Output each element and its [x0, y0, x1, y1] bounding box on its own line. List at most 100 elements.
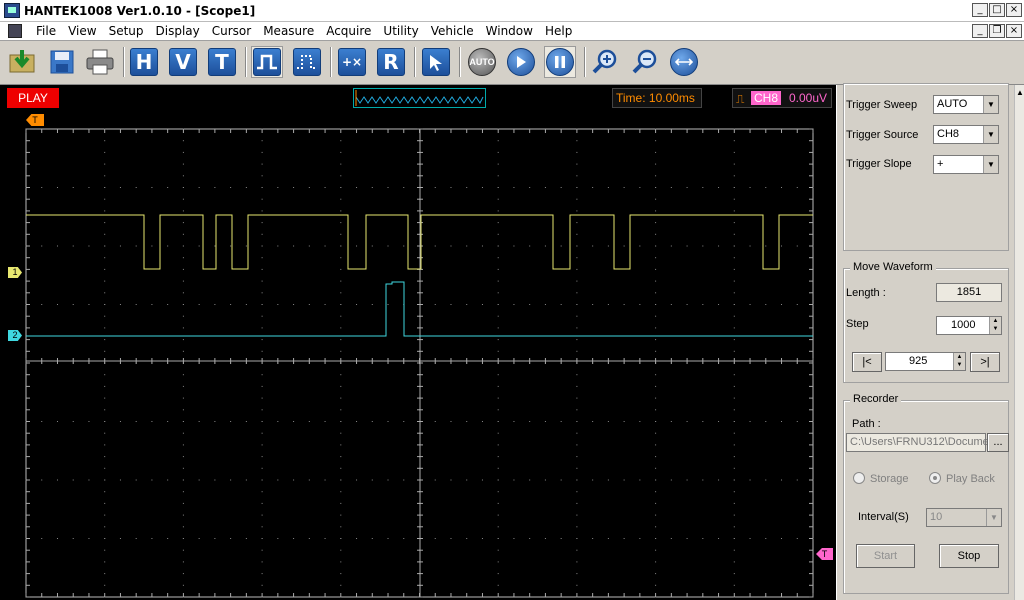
- reference-button[interactable]: R: [375, 46, 407, 78]
- playback-label: Play Back: [946, 473, 995, 485]
- menu-file[interactable]: File: [30, 24, 62, 38]
- menu-cursor[interactable]: Cursor: [206, 24, 257, 38]
- print-button[interactable]: [84, 46, 116, 78]
- first-button[interactable]: |<: [852, 352, 882, 372]
- t-icon: T: [208, 48, 236, 76]
- window-title: HANTEK1008 Ver1.0.10 - [Scope1]: [24, 4, 256, 18]
- fit-icon: [670, 48, 698, 76]
- start-button[interactable]: Start: [856, 544, 915, 568]
- position-input[interactable]: 925 ▲ ▼: [885, 352, 966, 371]
- trigger-level: 0.00uV: [789, 91, 828, 105]
- move-waveform-group: Move Waveform Length : 1851 Step 1000 ▲ ▼…: [843, 261, 1009, 383]
- trigger-source-value: CH8: [937, 128, 960, 140]
- trigger-readout: ⎍ CH8 0.00uV: [732, 88, 832, 108]
- menu-bar: File View Setup Display Cursor Measure A…: [0, 22, 1024, 41]
- pulse-button[interactable]: [251, 46, 283, 78]
- zoom-out-icon: [632, 49, 657, 74]
- run-button[interactable]: [505, 46, 537, 78]
- recorder-title: Recorder: [850, 393, 902, 405]
- position-spinner[interactable]: ▲ ▼: [953, 353, 965, 370]
- recorder-group: Recorder Path : C:\Users\FRNU312\Docume …: [843, 393, 1009, 594]
- child-close-button[interactable]: ×: [1006, 24, 1022, 38]
- save-icon: [50, 50, 74, 74]
- menu-window[interactable]: Window: [480, 24, 539, 38]
- stop-button[interactable]: Stop: [939, 544, 999, 568]
- cursor-select-button[interactable]: [420, 46, 452, 78]
- playback-radio[interactable]: [929, 472, 941, 484]
- scroll-up-icon[interactable]: ▲: [1016, 88, 1024, 97]
- menu-display[interactable]: Display: [150, 24, 206, 38]
- open-icon: [9, 50, 35, 73]
- vertical-button[interactable]: V: [167, 46, 199, 78]
- menu-help[interactable]: Help: [539, 24, 578, 38]
- zoom-in-button[interactable]: [589, 46, 621, 78]
- storage-label: Storage: [870, 473, 909, 485]
- cursor-arrow-icon: [422, 48, 450, 76]
- menu-view[interactable]: View: [62, 24, 102, 38]
- menu-vehicle[interactable]: Vehicle: [425, 24, 480, 38]
- zoom-out-button[interactable]: [629, 46, 661, 78]
- close-button[interactable]: ×: [1006, 3, 1022, 17]
- play-icon: [507, 48, 535, 76]
- horizontal-button[interactable]: H: [128, 46, 160, 78]
- trigger-sweep-select[interactable]: AUTO ▼: [933, 95, 999, 114]
- trigger-slope-label: Trigger Slope: [846, 158, 912, 170]
- app-icon: [4, 3, 20, 18]
- save-button[interactable]: [46, 46, 78, 78]
- step-spinner[interactable]: ▲ ▼: [989, 317, 1001, 334]
- minimize-button[interactable]: _: [972, 3, 988, 17]
- trigger-button[interactable]: T: [206, 46, 238, 78]
- auto-icon: AUTO: [468, 48, 496, 76]
- trigger-sweep-value: AUTO: [937, 98, 968, 110]
- menu-acquire[interactable]: Acquire: [320, 24, 377, 38]
- step-input[interactable]: 1000 ▲ ▼: [936, 316, 1002, 335]
- position-value: 925: [909, 355, 928, 367]
- interval-value: 10: [930, 511, 943, 523]
- move-waveform-title: Move Waveform: [850, 261, 936, 273]
- interval-label: Interval(S): [858, 511, 909, 523]
- h-icon: H: [130, 48, 158, 76]
- chevron-down-icon: ▼: [986, 509, 1001, 526]
- settings-panel: Trigger Sweep AUTO ▼ Trigger Source CH8 …: [836, 83, 1014, 600]
- pulse-measure-icon: [293, 48, 321, 76]
- auto-button[interactable]: AUTO: [466, 46, 498, 78]
- trigger-slope-select[interactable]: + ▼: [933, 155, 999, 174]
- pause-button[interactable]: [544, 46, 576, 78]
- pulse-measure-button[interactable]: [291, 46, 323, 78]
- document-icon[interactable]: [8, 24, 22, 38]
- math-button[interactable]: +×: [336, 46, 368, 78]
- trigger-group: Trigger Sweep AUTO ▼ Trigger Source CH8 …: [843, 83, 1009, 251]
- length-label: Length :: [846, 287, 886, 299]
- menu-setup[interactable]: Setup: [103, 24, 150, 38]
- graticule: [25, 128, 814, 598]
- trigger-channel: CH8: [751, 91, 782, 105]
- status-badge[interactable]: PLAY: [7, 88, 59, 108]
- maximize-button[interactable]: □: [989, 3, 1005, 17]
- menu-measure[interactable]: Measure: [257, 24, 320, 38]
- browse-button[interactable]: ...: [987, 433, 1009, 452]
- last-button[interactable]: >|: [970, 352, 1000, 372]
- title-bar: HANTEK1008 Ver1.0.10 - [Scope1] _ □ ×: [0, 0, 1024, 22]
- waveform-overview[interactable]: [353, 88, 486, 108]
- child-minimize-button[interactable]: _: [972, 24, 988, 38]
- step-value: 1000: [951, 319, 976, 331]
- r-icon: R: [377, 48, 405, 76]
- toolbar: H V T +× R AUTO: [0, 41, 1024, 85]
- v-icon: V: [169, 48, 197, 76]
- path-field[interactable]: C:\Users\FRNU312\Docume: [846, 433, 989, 452]
- timebase-readout: Time: 10.00ms: [612, 88, 702, 108]
- storage-radio[interactable]: [853, 472, 865, 484]
- zoom-in-icon: [592, 49, 617, 74]
- open-button[interactable]: [6, 46, 38, 78]
- pulse-icon: [253, 48, 281, 76]
- child-restore-button[interactable]: ❐: [989, 24, 1005, 38]
- trigger-slope-value: +: [937, 158, 944, 170]
- fit-window-button[interactable]: [668, 46, 700, 78]
- menu-utility[interactable]: Utility: [377, 24, 424, 38]
- scope-display[interactable]: PLAY Time: 10.00ms ⎍ CH8 0.00uV T 1 2 T: [0, 85, 836, 600]
- length-field: 1851: [936, 283, 1002, 302]
- panel-scrollbar[interactable]: ▲: [1014, 85, 1024, 600]
- trigger-source-select[interactable]: CH8 ▼: [933, 125, 999, 144]
- chevron-down-icon: ▼: [983, 96, 998, 113]
- interval-select[interactable]: 10 ▼: [926, 508, 1002, 527]
